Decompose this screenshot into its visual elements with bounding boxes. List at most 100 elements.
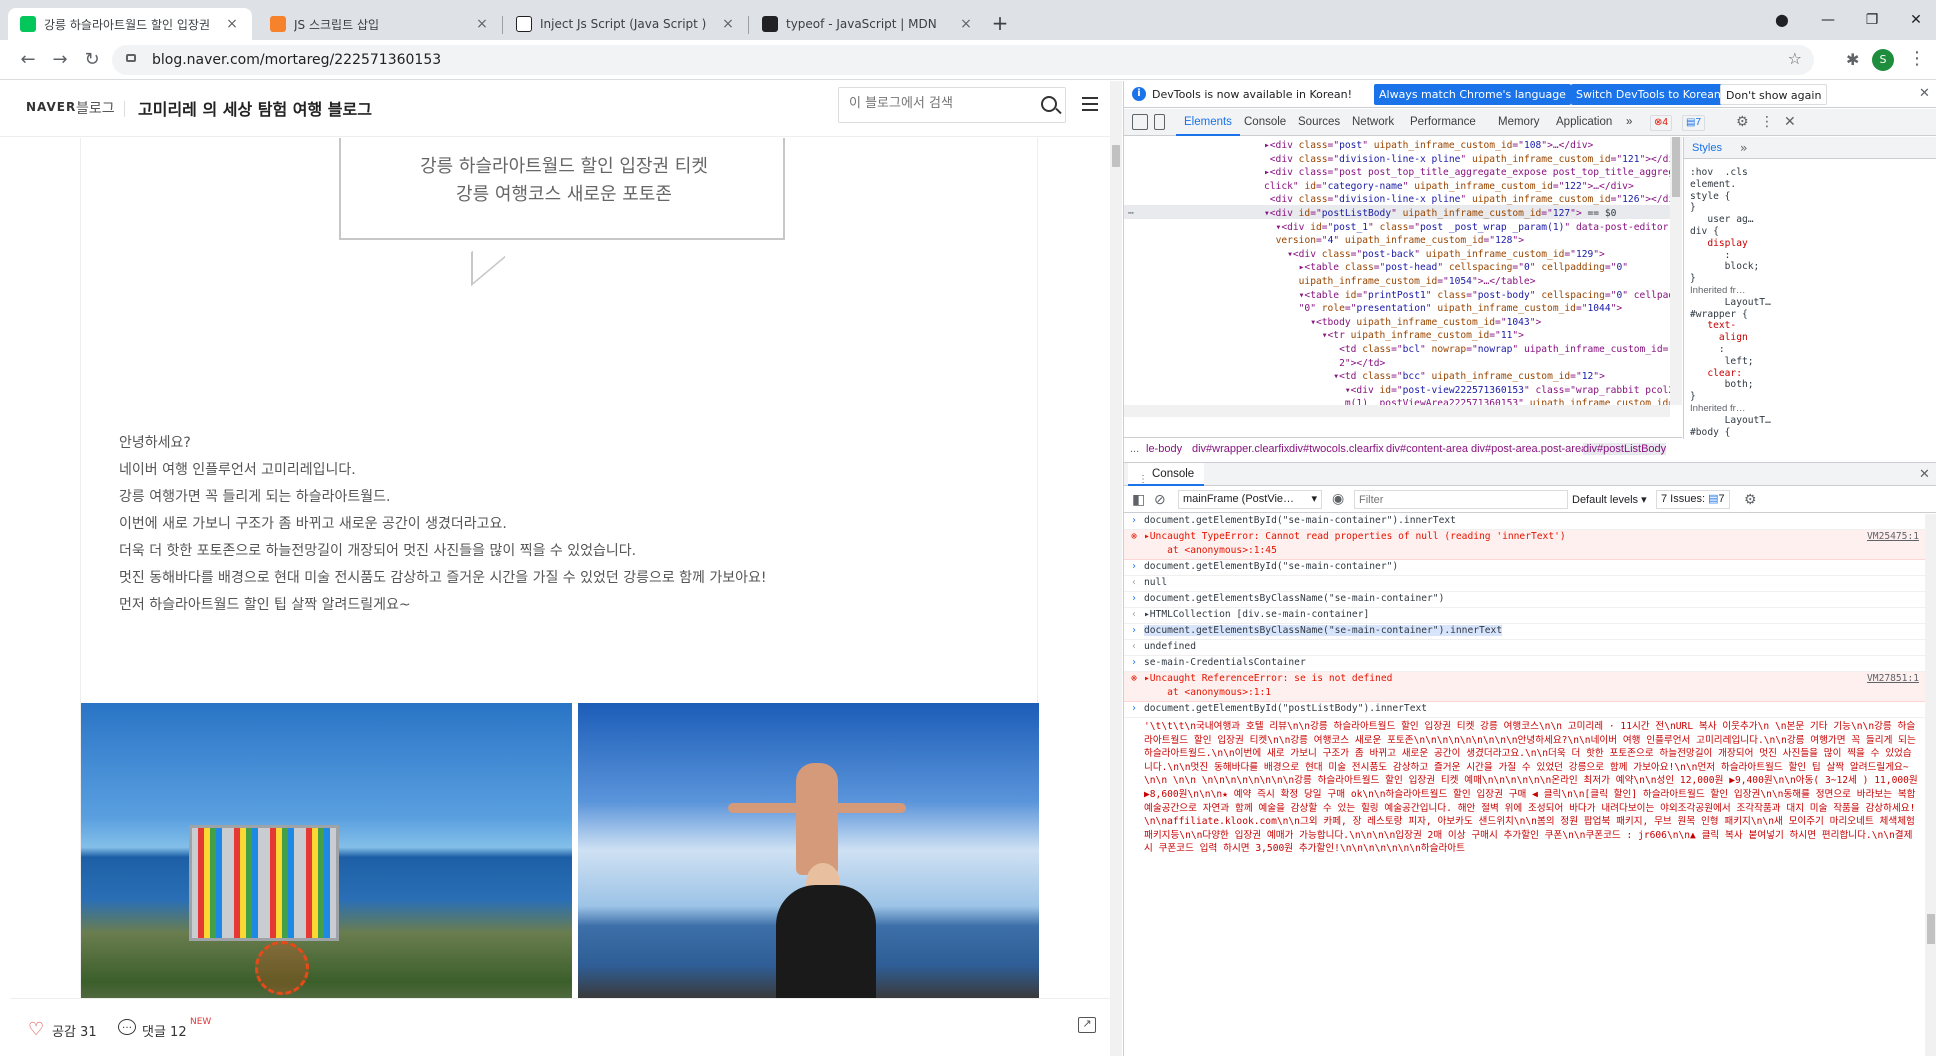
console-scrollbar-thumb[interactable] — [1927, 914, 1935, 944]
breadcrumb-item[interactable]: div#post-area.post-area — [1471, 443, 1587, 455]
style-rule-line[interactable]: div { — [1690, 226, 1719, 237]
back-icon[interactable]: ← — [16, 48, 40, 72]
tab-memory[interactable]: Memory — [1490, 109, 1548, 136]
device-toolbar-icon[interactable] — [1154, 114, 1165, 130]
node-actions-icon[interactable]: ⋯ — [1128, 207, 1134, 221]
lock-icon[interactable] — [126, 54, 136, 62]
console-error-row[interactable]: ⊗ ▸Uncaught ReferenceError: se is not def… — [1124, 672, 1925, 702]
tab-styles[interactable]: Styles — [1692, 142, 1722, 154]
console-input-row[interactable]: › document.getElementById("postListBody")… — [1124, 702, 1925, 718]
style-rule-line[interactable]: } — [1690, 202, 1696, 213]
live-expression-eye-icon[interactable]: ◉ — [1332, 490, 1344, 507]
blog-title[interactable]: 고미리레 의 세상 탐험 여행 블로그 — [138, 96, 372, 120]
message-count-badge[interactable]: ▤7 — [1682, 115, 1706, 131]
source-link[interactable]: VM27851:1 — [1867, 672, 1919, 686]
style-rule-line[interactable]: #wrapper { — [1690, 309, 1748, 320]
extensions-puzzle-icon[interactable]: ✱ — [1846, 50, 1859, 69]
breadcrumb-item[interactable]: div#content-area — [1386, 443, 1468, 455]
dom-node-line[interactable]: ▾<table id="printPost1" class="post-body… — [1264, 289, 1682, 303]
console-filter-input[interactable] — [1354, 490, 1568, 509]
blog-search-box[interactable] — [838, 87, 1066, 123]
more-panes-icon[interactable]: » — [1740, 141, 1747, 155]
style-rule-line[interactable]: : — [1690, 344, 1725, 355]
close-drawer-icon[interactable]: ✕ — [1919, 467, 1930, 482]
console-output-row[interactable]: ‹ ▸HTMLCollection [div.se-main-container] — [1124, 608, 1925, 624]
dom-node-line[interactable]: ▸<table class="post-head" cellspacing="0… — [1264, 261, 1628, 275]
page-scrollbar-thumb[interactable] — [1112, 145, 1120, 167]
tab-console[interactable]: Console — [1236, 109, 1294, 136]
tab-active[interactable]: 강릉 하슬라아트월드 할인 입장권 × — [8, 8, 252, 40]
style-rule-line[interactable]: align — [1690, 332, 1748, 343]
style-rule-line[interactable]: Inherited fr… — [1690, 403, 1745, 414]
style-rule-line[interactable]: : — [1690, 250, 1731, 261]
share-icon[interactable]: ↗ — [1078, 1017, 1096, 1033]
close-tab-icon[interactable]: × — [224, 16, 240, 32]
profile-avatar[interactable]: S — [1872, 49, 1894, 71]
style-rule-line[interactable]: Inherited fr… — [1690, 285, 1745, 296]
page-scrollbar[interactable] — [1110, 81, 1122, 1056]
dom-node-line[interactable]: <div class="division-line-x pline" uipat… — [1264, 153, 1682, 167]
close-devtools-icon[interactable]: ✕ — [1784, 114, 1796, 130]
context-select[interactable]: mainFrame (PostVie… ▾ — [1178, 490, 1322, 509]
dom-node-line[interactable]: ▸<div class="post" uipath_inframe_custom… — [1264, 139, 1593, 153]
naver-blog-link[interactable]: 블로그 — [76, 98, 115, 118]
tab-search-icon[interactable]: ⬤ — [1768, 8, 1796, 32]
tab-mdn-typeof[interactable]: typeof - JavaScript | MDN × — [750, 8, 986, 40]
like-count[interactable]: 공감 31 — [52, 1021, 97, 1040]
console-messages[interactable]: › document.getElementById("se-main-contai… — [1124, 514, 1925, 1056]
bookmark-star-icon[interactable]: ☆ — [1788, 49, 1802, 68]
issues-button[interactable]: 7 Issues: ▤7 — [1656, 490, 1730, 509]
elements-tree[interactable]: ▸<div class="post" uipath_inframe_custom… — [1124, 137, 1682, 405]
drawer-tab-console[interactable]: ⋮ Console — [1128, 463, 1205, 486]
minimize-icon[interactable]: — — [1814, 8, 1842, 32]
dom-node-line[interactable]: ▾<div id="post_1" class="post _post_wrap… — [1264, 221, 1675, 235]
breadcrumb-item[interactable]: div#twocols.clearfix — [1289, 443, 1384, 455]
comment-icon[interactable]: … — [118, 1019, 136, 1035]
console-output-row[interactable]: ‹ null — [1124, 576, 1925, 592]
close-tab-icon[interactable]: × — [474, 16, 490, 32]
forward-icon[interactable]: → — [48, 48, 72, 72]
innertext-result[interactable]: '\t\t\t\n국내여행과 호텔 리뷰\n\n강릉 하슬라아트월드 할인 입장… — [1144, 720, 1920, 856]
console-scrollbar[interactable] — [1925, 514, 1936, 1056]
tab-elements[interactable]: Elements — [1176, 109, 1240, 136]
breadcrumb-item[interactable]: div#wrapper.clearfix — [1192, 443, 1289, 455]
style-rule-line[interactable]: LayoutT… — [1690, 297, 1771, 308]
log-levels-dropdown[interactable]: Default levels ▾ — [1572, 493, 1647, 506]
switch-korean-button[interactable]: Switch DevTools to Korean — [1571, 84, 1726, 105]
match-language-button[interactable]: Always match Chrome's language — [1374, 84, 1571, 105]
close-infobar-icon[interactable]: ✕ — [1919, 86, 1930, 101]
sidebar-toggle-icon[interactable]: ◧ — [1132, 491, 1145, 508]
style-rule-line[interactable]: style { — [1690, 191, 1730, 202]
photo-statue-person[interactable] — [578, 703, 1039, 1031]
breadcrumb-item[interactable]: ... — [1130, 443, 1139, 455]
style-rule-line[interactable]: :hov .cls — [1690, 167, 1748, 178]
settings-gear-icon[interactable]: ⚙ — [1736, 114, 1749, 130]
console-settings-gear-icon[interactable]: ⚙ — [1744, 491, 1757, 508]
dom-node-line[interactable]: version="4" uipath_inframe_custom_id="12… — [1264, 234, 1524, 248]
dom-node-line[interactable]: uipath_inframe_custom_id="1054">…</table… — [1264, 275, 1536, 289]
style-rule-line[interactable]: } — [1690, 273, 1696, 284]
console-input-row[interactable]: › document.getElementById("se-main-contai… — [1124, 514, 1925, 530]
breadcrumb-item[interactable]: div#postListBody — [1583, 443, 1667, 455]
elements-horizontal-scrollbar[interactable] — [1124, 405, 1670, 417]
close-tab-icon[interactable]: × — [958, 16, 974, 32]
style-rule-line[interactable]: block; — [1690, 261, 1760, 272]
clear-console-icon[interactable]: ⊘ — [1154, 491, 1166, 508]
url-text[interactable]: blog.naver.com/mortareg/222571360153 — [152, 52, 441, 68]
more-tabs-icon[interactable]: » — [1618, 109, 1640, 136]
comment-count[interactable]: 댓글 12 — [142, 1021, 187, 1040]
console-input-row[interactable]: › se-main-CredentialsContainer — [1124, 656, 1925, 672]
reload-icon[interactable]: ↻ — [80, 48, 104, 72]
dom-node-line[interactable]: <div class="division-line-x pline" uipat… — [1264, 193, 1682, 207]
dom-node-line[interactable]: 2"></td> — [1264, 357, 1385, 371]
console-output-row[interactable]: ‹ undefined — [1124, 640, 1925, 656]
console-input-row[interactable]: › document.getElementsByClassName("se-mai… — [1124, 624, 1925, 640]
tab-network[interactable]: Network — [1344, 109, 1402, 136]
style-rule-line[interactable]: #body { — [1690, 427, 1730, 438]
tab-sources[interactable]: Sources — [1290, 109, 1348, 136]
dom-node-line[interactable]: <td class="bcl" nowrap="nowrap" uipath_i… — [1264, 343, 1682, 357]
dom-node-line[interactable]: ▸<div class="post post_top_title_aggrega… — [1264, 166, 1682, 180]
dom-node-line[interactable]: ▾<td class="bcc" uipath_inframe_custom_i… — [1264, 370, 1605, 384]
styles-pane[interactable]: Styles » :hov .cls element. style {} user … — [1683, 137, 1936, 439]
style-rule-line[interactable]: both; — [1690, 379, 1754, 390]
